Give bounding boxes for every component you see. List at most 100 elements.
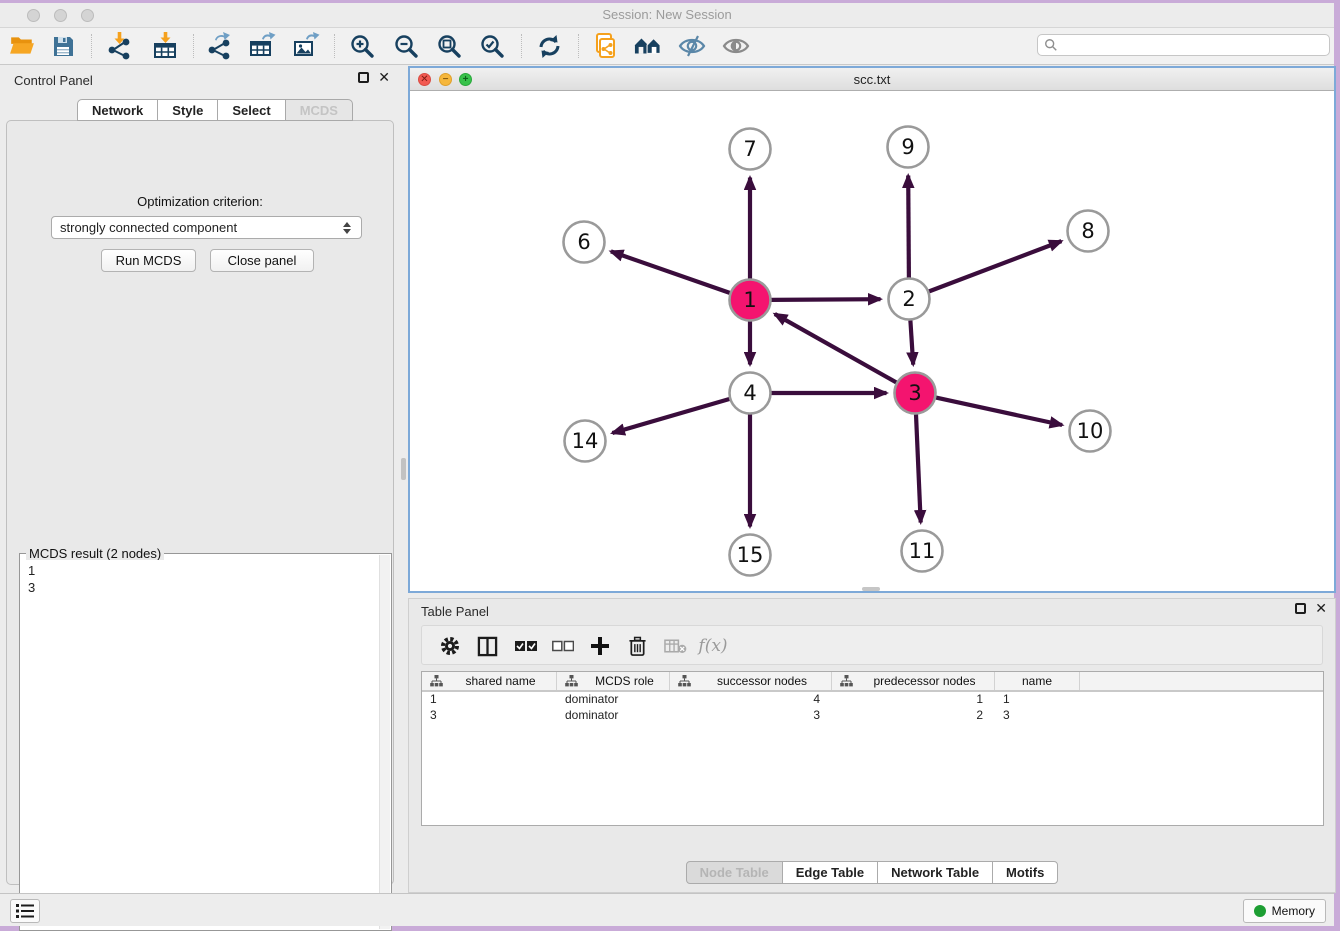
tab-select[interactable]: Select <box>217 99 285 121</box>
task-history-button[interactable] <box>10 899 40 923</box>
criterion-dropdown[interactable]: strongly connected component <box>51 216 362 239</box>
tab-style[interactable]: Style <box>157 99 218 121</box>
hide-selected-icon[interactable] <box>678 32 706 60</box>
column-header-name[interactable]: name <box>995 672 1080 690</box>
network-window-title: scc.txt <box>410 72 1334 87</box>
open-session-icon[interactable] <box>8 32 36 60</box>
toolbar-separator <box>521 34 522 58</box>
svg-text:3: 3 <box>908 381 921 405</box>
deselect-all-columns-icon[interactable] <box>550 633 576 659</box>
float-panel-icon[interactable] <box>358 72 369 83</box>
column-header-shared-name[interactable]: shared name <box>422 672 557 690</box>
cell-name[interactable]: 3 <box>995 708 1080 724</box>
search-field[interactable] <box>1037 34 1330 56</box>
network-canvas[interactable]: 7968124314101511 <box>410 91 1334 591</box>
zoom-selected-icon[interactable] <box>478 32 506 60</box>
zoom-fit-icon[interactable] <box>435 32 463 60</box>
toolbar-separator <box>91 34 92 58</box>
run-mcds-button[interactable]: Run MCDS <box>101 249 196 272</box>
mcds-result-text[interactable]: 1 3 <box>21 560 379 929</box>
float-table-panel-icon[interactable] <box>1295 603 1306 614</box>
graph-node-4: 4 <box>730 373 771 414</box>
first-neighbors-icon[interactable] <box>634 32 662 60</box>
export-image-icon[interactable] <box>292 32 320 60</box>
show-all-icon[interactable] <box>722 32 750 60</box>
graph-node-11: 11 <box>902 531 943 572</box>
session-title: Session: New Session <box>0 7 1334 22</box>
close-panel-icon[interactable]: ✕ <box>378 72 390 83</box>
apply-layout-icon[interactable] <box>535 32 563 60</box>
table-row[interactable]: 3 dominator 3 2 3 <box>422 708 1323 724</box>
svg-text:9: 9 <box>901 135 914 159</box>
delete-columns-icon[interactable] <box>624 633 650 659</box>
tab-mcds[interactable]: MCDS <box>285 99 353 121</box>
close-panel-button[interactable]: Close panel <box>210 249 314 272</box>
svg-text:14: 14 <box>572 429 599 453</box>
mcds-result-group: MCDS result (2 nodes) 1 3 <box>19 553 392 931</box>
search-input[interactable] <box>1058 36 1329 54</box>
save-session-icon[interactable] <box>49 32 77 60</box>
column-header-mcds-role[interactable]: MCDS role <box>557 672 670 690</box>
zoom-out-icon[interactable] <box>392 32 420 60</box>
cell-shared-name[interactable]: 1 <box>422 692 557 708</box>
toolbar-separator <box>193 34 194 58</box>
main-toolbar <box>0 28 1334 65</box>
node-table: shared name MCDS role successor nodes pr… <box>421 671 1324 826</box>
show-columns-icon[interactable] <box>474 633 500 659</box>
control-panel-title: Control Panel <box>14 73 93 88</box>
tab-motifs[interactable]: Motifs <box>992 861 1058 884</box>
create-column-icon[interactable] <box>587 633 613 659</box>
table-row[interactable]: 1 dominator 4 1 1 <box>422 692 1323 708</box>
tab-network-table[interactable]: Network Table <box>877 861 993 884</box>
export-network-icon[interactable] <box>205 32 233 60</box>
zoom-in-icon[interactable] <box>348 32 376 60</box>
cell-name[interactable]: 1 <box>995 692 1080 708</box>
canvas-hscrollbar-thumb[interactable] <box>862 587 880 591</box>
cell-predecessor-nodes[interactable]: 2 <box>832 708 995 724</box>
graph-node-14: 14 <box>565 421 606 462</box>
select-all-columns-icon[interactable] <box>513 633 539 659</box>
table-toolbar: f(x) <box>421 625 1323 665</box>
mcds-result-title: MCDS result (2 nodes) <box>26 546 164 561</box>
cell-mcds-role[interactable]: dominator <box>557 692 670 708</box>
graph-node-15: 15 <box>730 535 771 576</box>
cell-mcds-role[interactable]: dominator <box>557 708 670 724</box>
tab-edge-table[interactable]: Edge Table <box>782 861 878 884</box>
close-table-panel-icon[interactable]: ✕ <box>1315 603 1327 614</box>
status-bar: Memory <box>0 893 1334 926</box>
cell-predecessor-nodes[interactable]: 1 <box>832 692 995 708</box>
cell-successor-nodes[interactable]: 4 <box>670 692 832 708</box>
new-network-from-selection-icon[interactable] <box>591 32 619 60</box>
delete-table-icon <box>662 633 688 659</box>
memory-button[interactable]: Memory <box>1243 899 1326 923</box>
import-network-icon[interactable] <box>105 32 133 60</box>
search-icon <box>1044 38 1058 52</box>
tab-node-table[interactable]: Node Table <box>686 861 783 884</box>
column-header-successor-nodes[interactable]: successor nodes <box>670 672 832 690</box>
panel-divider-handle[interactable] <box>401 458 406 480</box>
graph-node-1: 1 <box>730 280 771 321</box>
dropdown-stepper-icon <box>341 222 353 234</box>
column-header-predecessor-nodes[interactable]: predecessor nodes <box>832 672 995 690</box>
import-table-icon[interactable] <box>151 32 179 60</box>
toolbar-separator <box>578 34 579 58</box>
table-settings-gear-icon[interactable] <box>437 633 463 659</box>
svg-text:1: 1 <box>743 288 756 312</box>
cell-shared-name[interactable]: 3 <box>422 708 557 724</box>
svg-text:10: 10 <box>1077 419 1104 443</box>
network-window-titlebar[interactable]: ✕ − + scc.txt <box>410 68 1334 91</box>
function-builder-icon: f(x) <box>700 633 726 659</box>
graph-node-6: 6 <box>564 222 605 263</box>
cell-successor-nodes[interactable]: 3 <box>670 708 832 724</box>
result-scrollbar[interactable] <box>379 555 390 929</box>
app-titlebar: Session: New Session <box>0 3 1334 28</box>
svg-text:2: 2 <box>902 287 915 311</box>
svg-text:7: 7 <box>743 137 756 161</box>
optimization-criterion-label: Optimization criterion: <box>7 194 393 209</box>
memory-label: Memory <box>1272 904 1315 918</box>
attribute-type-icon <box>840 675 853 687</box>
network-graph[interactable]: 7968124314101511 <box>410 91 1334 591</box>
tab-network[interactable]: Network <box>77 99 158 121</box>
attribute-type-icon <box>430 675 443 687</box>
export-table-icon[interactable] <box>248 32 276 60</box>
